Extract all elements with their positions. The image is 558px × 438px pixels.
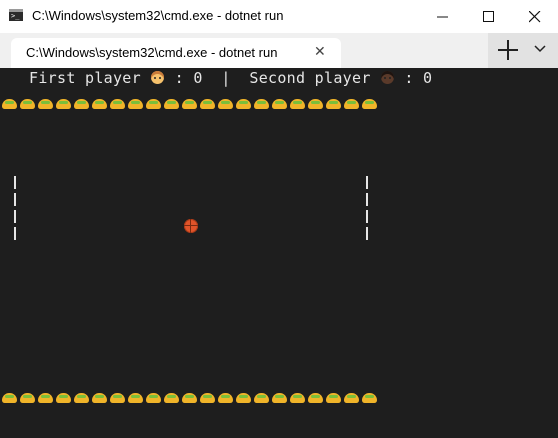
taco-emoji-icon (200, 393, 215, 403)
taco-emoji-icon (74, 99, 89, 109)
taco-emoji-icon (20, 99, 35, 109)
taco-emoji-icon (200, 99, 215, 109)
taco-emoji-icon (236, 99, 251, 109)
tab-cmd[interactable]: C:\Windows\system32\cmd.exe - dotnet run… (11, 38, 341, 68)
taco-emoji-icon (110, 393, 125, 403)
minimize-button[interactable] (420, 0, 466, 33)
taco-emoji-icon (164, 99, 179, 109)
taco-emoji-icon (128, 99, 143, 109)
first-player-score: 0 (193, 69, 203, 87)
cmd-icon: >_ (9, 9, 23, 21)
taco-emoji-icon (146, 99, 161, 109)
new-tab-controls (488, 33, 558, 68)
taco-emoji-icon (110, 99, 125, 109)
taco-emoji-icon (218, 393, 233, 403)
taco-emoji-icon (146, 393, 161, 403)
taco-emoji-icon (326, 99, 341, 109)
tab-title: C:\Windows\system32\cmd.exe - dotnet run (26, 45, 278, 60)
face-emoji-icon (151, 71, 165, 84)
taco-emoji-icon (56, 393, 71, 403)
taco-emoji-icon (236, 393, 251, 403)
left-paddle (14, 176, 16, 244)
maximize-icon (483, 11, 494, 22)
window-title: C:\Windows\system32\cmd.exe - dotnet run (32, 8, 284, 23)
first-player-label: First player (29, 69, 141, 87)
terminal-window: >_ C:\Windows\system32\cmd.exe - dotnet … (0, 0, 558, 438)
taco-emoji-icon (308, 99, 323, 109)
taco-emoji-icon (128, 393, 143, 403)
right-paddle (366, 176, 368, 244)
title-bar[interactable]: >_ C:\Windows\system32\cmd.exe - dotnet … (0, 0, 558, 33)
taco-emoji-icon (92, 99, 107, 109)
second-player-label: Second player (249, 69, 371, 87)
close-icon (529, 11, 541, 23)
basketball-emoji-icon (184, 219, 198, 233)
taco-emoji-icon (344, 99, 359, 109)
taco-emoji-icon (254, 99, 269, 109)
tab-strip: C:\Windows\system32\cmd.exe - dotnet run… (0, 33, 558, 68)
taco-emoji-icon (74, 393, 89, 403)
console-output[interactable]: First player : 0 | Second player : 0 (0, 68, 558, 438)
taco-emoji-icon (272, 393, 287, 403)
chevron-down-icon[interactable] (534, 45, 546, 53)
taco-emoji-icon (290, 393, 305, 403)
second-player-score: 0 (423, 69, 433, 87)
taco-emoji-icon (164, 393, 179, 403)
taco-emoji-icon (326, 393, 341, 403)
score-line: First player : 0 | Second player : 0 (29, 69, 433, 87)
taco-emoji-icon (344, 393, 359, 403)
taco-emoji-icon (218, 99, 233, 109)
taco-emoji-icon (362, 393, 377, 403)
maximize-button[interactable] (466, 0, 512, 33)
taco-emoji-icon (56, 99, 71, 109)
taco-emoji-icon (2, 99, 17, 109)
taco-emoji-icon (362, 99, 377, 109)
taco-emoji-icon (182, 393, 197, 403)
tab-close-icon[interactable]: ✕ (314, 45, 326, 59)
taco-emoji-icon (254, 393, 269, 403)
taco-emoji-icon (182, 99, 197, 109)
taco-emoji-icon (92, 393, 107, 403)
bottom-wall (2, 388, 380, 403)
face-emoji-dark-icon (381, 71, 395, 84)
taco-emoji-icon (272, 99, 287, 109)
score-separator: | (221, 69, 231, 87)
taco-emoji-icon (20, 393, 35, 403)
taco-emoji-icon (290, 99, 305, 109)
top-wall (2, 94, 380, 109)
taco-emoji-icon (308, 393, 323, 403)
plus-icon[interactable] (498, 40, 518, 60)
taco-emoji-icon (38, 99, 53, 109)
close-button[interactable] (512, 0, 558, 33)
minimize-icon (437, 16, 448, 18)
taco-emoji-icon (38, 393, 53, 403)
taco-emoji-icon (2, 393, 17, 403)
